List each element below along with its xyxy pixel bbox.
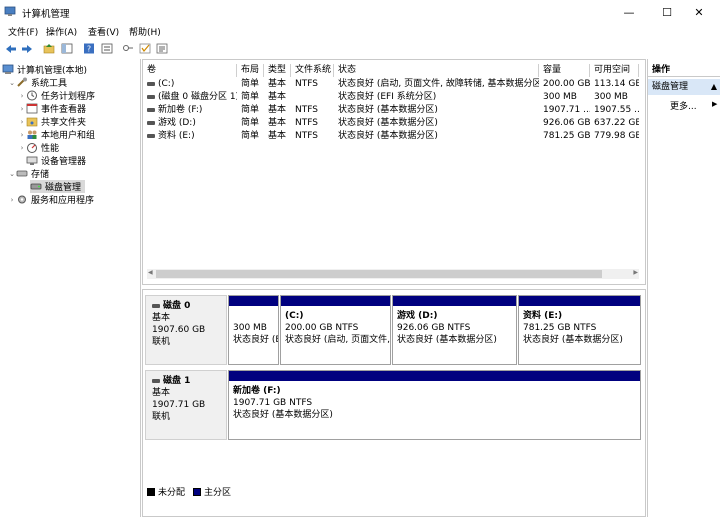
volume-icon — [147, 81, 155, 86]
computer-icon — [2, 64, 14, 75]
column-header-layout[interactable]: 布局 — [237, 64, 264, 77]
scroll-right-icon[interactable]: ▶ — [633, 269, 638, 276]
table-row[interactable]: 游戏 (D:) 简单 基本 NTFS 状态良好 (基本数据分区) 926.06 … — [143, 117, 643, 130]
unallocated-swatch — [147, 487, 155, 496]
table-row[interactable]: (C:) 简单 基本 NTFS 状态良好 (启动, 页面文件, 故障转储, 基本… — [143, 78, 643, 91]
chevron-right-icon[interactable]: › — [18, 144, 26, 152]
scroll-left-icon[interactable]: ◀ — [148, 269, 153, 276]
tree-item-task-scheduler[interactable]: › 任务计划程序 — [18, 89, 95, 102]
chevron-right-icon[interactable]: › — [18, 92, 26, 100]
partition-f[interactable]: 新加卷 (F:) 1907.71 GB NTFS 状态良好 (基本数据分区) — [228, 370, 641, 440]
svg-text:?: ? — [86, 45, 90, 54]
action-disk-management[interactable]: 磁盘管理 ▲ — [648, 79, 720, 95]
menu-bar: 文件(F) 操作(A) 查看(V) 帮助(H) — [0, 24, 720, 38]
scrollbar-thumb[interactable] — [156, 270, 602, 278]
console-tree: 计算机管理(本地) ⌄ 系统工具 › 任务计划程序 › 事件查看器 › 共享文件… — [0, 59, 141, 517]
menu-view[interactable]: 查看(V) — [88, 25, 119, 38]
back-arrow-icon[interactable] — [4, 42, 17, 55]
column-header-status[interactable]: 状态 — [334, 64, 539, 77]
export-list-icon[interactable] — [155, 42, 168, 55]
tree-item-computer-management[interactable]: 计算机管理(本地) — [2, 63, 87, 76]
column-header-type[interactable]: 类型 — [264, 64, 291, 77]
tree-item-event-viewer[interactable]: › 事件查看器 — [18, 102, 86, 115]
disk-icon — [152, 378, 160, 383]
device-manager-icon — [26, 155, 38, 166]
column-header-volume[interactable]: 卷 — [143, 64, 237, 77]
partition-efi[interactable]: 300 MB 状态良好 (EFI 系统分区) — [228, 295, 279, 365]
volume-icon — [147, 107, 155, 112]
volume-icon — [147, 120, 155, 125]
computer-management-window: 计算机管理 — ☐ ✕ 文件(F) 操作(A) 查看(V) 帮助(H) ? 计算… — [0, 0, 720, 517]
performance-icon — [26, 142, 38, 153]
chevron-right-icon[interactable]: › — [18, 131, 26, 139]
collapse-up-icon[interactable]: ▲ — [711, 79, 717, 95]
tree-item-storage[interactable]: ⌄ 存储 — [8, 167, 49, 181]
toolbar: ? — [0, 38, 720, 59]
disk-0-label[interactable]: 磁盘 0 基本 1907.60 GB 联机 — [145, 295, 227, 365]
actions-header: 操作 — [648, 63, 720, 77]
chevron-right-icon[interactable]: › — [18, 105, 26, 113]
title-bar: 计算机管理 — ☐ ✕ — [0, 0, 720, 24]
horizontal-scrollbar[interactable]: ◀ ▶ — [147, 269, 639, 279]
partition-c[interactable]: (C:) 200.00 GB NTFS 状态良好 (启动, 页面文件, 故障转储… — [280, 295, 391, 365]
volume-icon — [147, 133, 155, 138]
menu-action[interactable]: 操作(A) — [46, 25, 77, 38]
disk-1-label[interactable]: 磁盘 1 基本 1907.71 GB 联机 — [145, 370, 227, 440]
services-icon — [16, 194, 28, 205]
volume-list: 卷 布局 类型 文件系统 状态 容量 可用空间 (C:) 简单 基本 NTFS … — [142, 59, 646, 285]
table-row[interactable]: 新加卷 (F:) 简单 基本 NTFS 状态良好 (基本数据分区) 1907.7… — [143, 104, 643, 117]
disk-icon — [30, 181, 42, 192]
computer-management-icon — [4, 6, 16, 17]
properties-icon[interactable] — [100, 42, 113, 55]
chevron-down-icon[interactable]: ⌄ — [8, 170, 16, 178]
tree-item-performance[interactable]: › 性能 — [18, 141, 59, 154]
up-folder-icon[interactable] — [42, 42, 55, 55]
chevron-right-icon[interactable]: › — [18, 118, 26, 126]
partition-e[interactable]: 资料 (E:) 781.25 GB NTFS 状态良好 (基本数据分区) — [518, 295, 641, 365]
volume-icon — [147, 94, 155, 99]
chevron-down-icon[interactable]: ⌄ — [8, 79, 16, 87]
menu-help[interactable]: 帮助(H) — [129, 25, 161, 38]
key-icon[interactable] — [121, 42, 134, 55]
tree-item-disk-management[interactable]: 磁盘管理 — [30, 180, 86, 193]
column-header-capacity[interactable]: 容量 — [539, 64, 590, 77]
column-header-free-space[interactable]: 可用空间 — [590, 64, 639, 77]
menu-file[interactable]: 文件(F) — [8, 25, 38, 38]
tree-item-shared-folders[interactable]: › 共享文件夹 — [18, 115, 86, 129]
window-title: 计算机管理 — [22, 9, 70, 20]
tree-item-local-users[interactable]: › 本地用户和组 — [18, 128, 95, 141]
shared-folder-icon — [26, 116, 38, 127]
tree-item-services[interactable]: › 服务和应用程序 — [8, 193, 94, 206]
tree-item-system-tools[interactable]: ⌄ 系统工具 — [8, 76, 67, 89]
clock-icon — [26, 90, 38, 101]
chevron-right-icon[interactable]: › — [8, 196, 16, 204]
check-icon[interactable] — [138, 42, 151, 55]
tools-icon — [16, 77, 28, 88]
console-tree-icon[interactable] — [60, 42, 73, 55]
actions-pane: 操作 磁盘管理 ▲ 更多... ▶ — [647, 59, 720, 517]
disk-map: 磁盘 0 基本 1907.60 GB 联机 300 MB 状态良好 (EFI 系… — [142, 289, 646, 517]
users-icon — [26, 129, 38, 140]
close-button[interactable]: ✕ — [676, 0, 720, 24]
action-more[interactable]: 更多... — [670, 99, 697, 112]
forward-arrow-icon[interactable] — [20, 42, 33, 55]
legend: 未分配 主分区 — [147, 485, 231, 498]
storage-icon — [16, 168, 28, 179]
disk-icon — [152, 303, 160, 308]
help-icon[interactable]: ? — [82, 42, 95, 55]
primary-partition-swatch — [193, 487, 202, 496]
event-log-icon — [26, 103, 38, 114]
column-header-filesystem[interactable]: 文件系统 — [291, 64, 334, 77]
tree-item-device-manager[interactable]: 设备管理器 — [26, 154, 86, 167]
partition-d[interactable]: 游戏 (D:) 926.06 GB NTFS 状态良好 (基本数据分区) — [392, 295, 517, 365]
main-pane: 卷 布局 类型 文件系统 状态 容量 可用空间 (C:) 简单 基本 NTFS … — [142, 59, 646, 517]
table-row[interactable]: 资料 (E:) 简单 基本 NTFS 状态良好 (基本数据分区) 781.25 … — [143, 130, 643, 143]
table-row[interactable]: (磁盘 0 磁盘分区 1) 简单 基本 状态良好 (EFI 系统分区) 300 … — [143, 91, 643, 104]
chevron-right-icon[interactable]: ▶ — [712, 100, 717, 108]
